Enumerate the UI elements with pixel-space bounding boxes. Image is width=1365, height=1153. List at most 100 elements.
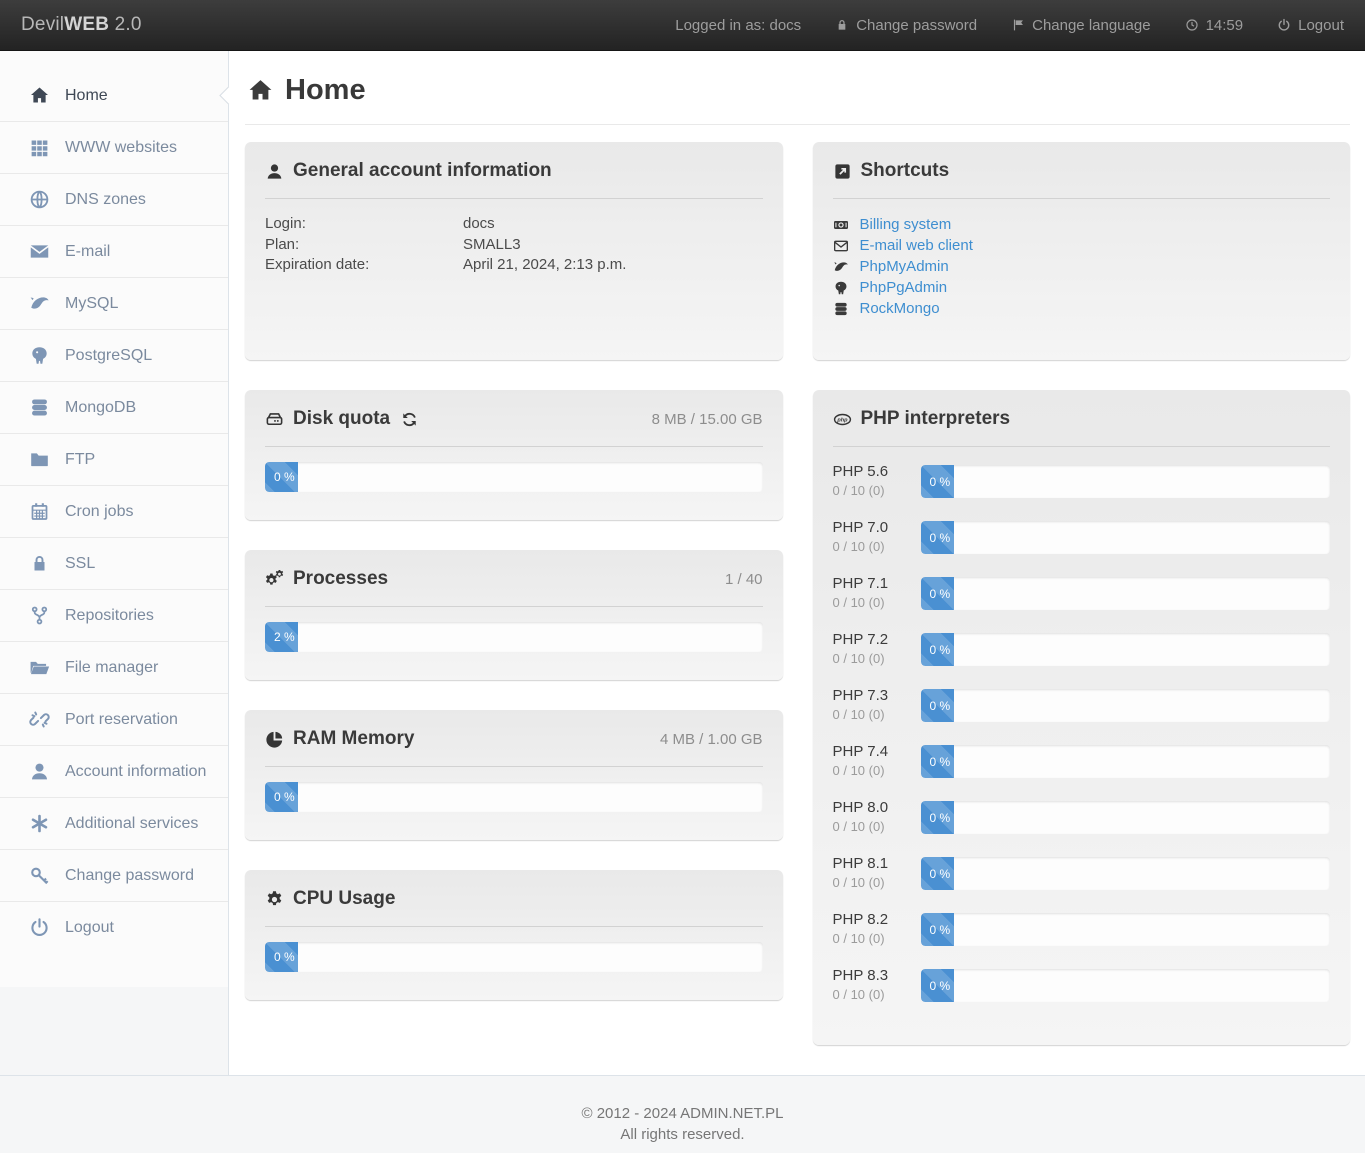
sidebar-item-label: FTP xyxy=(65,451,95,469)
panel-header: Shortcuts xyxy=(833,158,1331,184)
panel-title: RAM Memory xyxy=(265,728,414,750)
refresh-icon[interactable] xyxy=(401,411,418,428)
ram-progress: 0 % xyxy=(265,782,763,812)
panel-php-interpreters: php PHP interpreters PHP 5.6 0 / 10 (0) xyxy=(813,390,1351,1045)
cpu-progress-bar: 0 % xyxy=(265,942,298,972)
shortcut-link[interactable]: Billing system xyxy=(860,214,952,235)
navbar-clock: 14:59 xyxy=(1185,17,1244,34)
php-progress: 0 % xyxy=(921,633,1331,666)
sidebar-item-home[interactable]: Home xyxy=(0,70,228,122)
panel-processes: Processes 1 / 40 2 % xyxy=(245,550,783,680)
sidebar-item-www-websites[interactable]: WWW websites xyxy=(0,122,228,174)
sidebar-item-account-information[interactable]: Account information xyxy=(0,746,228,798)
panel-disk-quota: Disk quota 8 MB / 15.00 GB 0 % xyxy=(245,390,783,520)
brand-logo[interactable]: DevilWEB 2.0 xyxy=(21,14,142,36)
logged-in-as: Logged in as: docs xyxy=(675,17,801,34)
shortcut-link[interactable]: RockMongo xyxy=(860,298,940,319)
external-link-square-icon xyxy=(833,162,852,181)
php-version-cell: PHP 5.6 0 / 10 (0) xyxy=(833,462,921,501)
sidebar-item-change-password[interactable]: Change password xyxy=(0,850,228,902)
database-icon xyxy=(24,397,54,418)
php-progress: 0 % xyxy=(921,857,1331,890)
sidebar-item-ssl[interactable]: SSL xyxy=(0,538,228,590)
copyright-text: © 2012 - 2024 ADMIN.NET.PL xyxy=(0,1103,1365,1124)
shortcut-link[interactable]: PhpPgAdmin xyxy=(860,277,948,298)
panel-divider xyxy=(265,446,763,447)
hdd-icon xyxy=(265,410,284,429)
sidebar-item-repositories[interactable]: Repositories xyxy=(0,590,228,642)
power-icon xyxy=(24,917,54,938)
disk-quota-body: 0 % xyxy=(265,462,763,504)
asterisk-icon xyxy=(24,813,54,834)
main-content: Home General account information xyxy=(228,51,1365,1075)
row-label: Login: xyxy=(265,214,463,235)
right-column: Shortcuts Billing system E-mail web xyxy=(813,142,1351,1045)
processes-progress: 2 % xyxy=(265,622,763,652)
sidebar-item-file-manager[interactable]: File manager xyxy=(0,642,228,694)
processes-usage: 1 / 40 xyxy=(725,571,763,588)
ram-progress-bar: 0 % xyxy=(265,782,298,812)
php-row: PHP 7.0 0 / 10 (0) 0 % xyxy=(833,518,1331,557)
php-row: PHP 8.0 0 / 10 (0) 0 % xyxy=(833,798,1331,837)
panel-header: php PHP interpreters xyxy=(833,406,1331,432)
shortcut-phpmyadmin: PhpMyAdmin xyxy=(833,256,1331,277)
sidebar-item-additional-services[interactable]: Additional services xyxy=(0,798,228,850)
php-progress-bar: 0 % xyxy=(921,633,954,666)
php-progress: 0 % xyxy=(921,913,1331,946)
php-progress-bar: 0 % xyxy=(921,857,954,890)
cpu-progress: 0 % xyxy=(265,942,763,972)
panel-title: Shortcuts xyxy=(833,160,950,182)
sidebar-item-port-reservation[interactable]: Port reservation xyxy=(0,694,228,746)
sidebar-item-label: MongoDB xyxy=(65,399,136,417)
php-row: PHP 5.6 0 / 10 (0) 0 % xyxy=(833,462,1331,501)
shortcut-link[interactable]: PhpMyAdmin xyxy=(860,256,949,277)
account-row-expiration: Expiration date: April 21, 2024, 2:13 p.… xyxy=(265,255,763,276)
change-password-label: Change password xyxy=(856,17,977,34)
ram-usage: 4 MB / 1.00 GB xyxy=(660,731,763,748)
sidebar-item-label: PostgreSQL xyxy=(65,347,152,365)
panel-divider xyxy=(265,926,763,927)
panel-header: Disk quota 8 MB / 15.00 GB xyxy=(265,406,763,432)
sidebar-item-label: DNS zones xyxy=(65,191,146,209)
sidebar-item-label: Additional services xyxy=(65,815,198,833)
navbar-menu: Logged in as: docs Change password Chang… xyxy=(641,17,1344,34)
php-progress: 0 % xyxy=(921,577,1331,610)
sidebar-item-label: Account information xyxy=(65,763,206,781)
php-row: PHP 7.3 0 / 10 (0) 0 % xyxy=(833,686,1331,725)
php-progress-bar: 0 % xyxy=(921,465,954,498)
panel-title: Processes xyxy=(265,568,388,590)
panel-divider xyxy=(265,766,763,767)
php-version-cell: PHP 8.3 0 / 10 (0) xyxy=(833,966,921,1005)
left-column: General account information Login: docs … xyxy=(245,142,783,1000)
flag-icon xyxy=(1011,18,1025,32)
shortcut-link[interactable]: E-mail web client xyxy=(860,235,973,256)
php-progress-bar: 0 % xyxy=(921,521,954,554)
php-row: PHP 8.1 0 / 10 (0) 0 % xyxy=(833,854,1331,893)
php-row: PHP 7.4 0 / 10 (0) 0 % xyxy=(833,742,1331,781)
php-body: PHP 5.6 0 / 10 (0) 0 % PHP 7.0 0 / 10 (0… xyxy=(833,462,1331,1005)
sidebar-item-mysql[interactable]: MySQL xyxy=(0,278,228,330)
row-label: Expiration date: xyxy=(265,255,463,276)
navbar-change-password[interactable]: Change password xyxy=(835,17,977,34)
sidebar-item-mongodb[interactable]: MongoDB xyxy=(0,382,228,434)
time-label: 14:59 xyxy=(1206,17,1244,34)
user-icon xyxy=(265,162,284,181)
sidebar-item-postgresql[interactable]: PostgreSQL xyxy=(0,330,228,382)
sidebar-item-email[interactable]: E-mail xyxy=(0,226,228,278)
logout-label: Logout xyxy=(1298,17,1344,34)
sidebar-item-ftp[interactable]: FTP xyxy=(0,434,228,486)
navbar-logout[interactable]: Logout xyxy=(1277,17,1344,34)
key-icon xyxy=(24,865,54,886)
php-progress: 0 % xyxy=(921,969,1331,1002)
php-version-cell: PHP 8.0 0 / 10 (0) xyxy=(833,798,921,837)
sidebar-item-logout[interactable]: Logout xyxy=(0,902,228,953)
navbar-change-language[interactable]: Change language xyxy=(1011,17,1150,34)
sidebar-item-label: File manager xyxy=(65,659,158,677)
main-layout: Home WWW websites DNS zones E-mail MySQL… xyxy=(0,51,1365,1076)
sidebar-item-dns-zones[interactable]: DNS zones xyxy=(0,174,228,226)
change-language-label: Change language xyxy=(1032,17,1150,34)
php-version-cell: PHP 8.2 0 / 10 (0) xyxy=(833,910,921,949)
sidebar-item-cron-jobs[interactable]: Cron jobs xyxy=(0,486,228,538)
user-icon xyxy=(24,761,54,782)
panel-columns: General account information Login: docs … xyxy=(245,142,1350,1045)
